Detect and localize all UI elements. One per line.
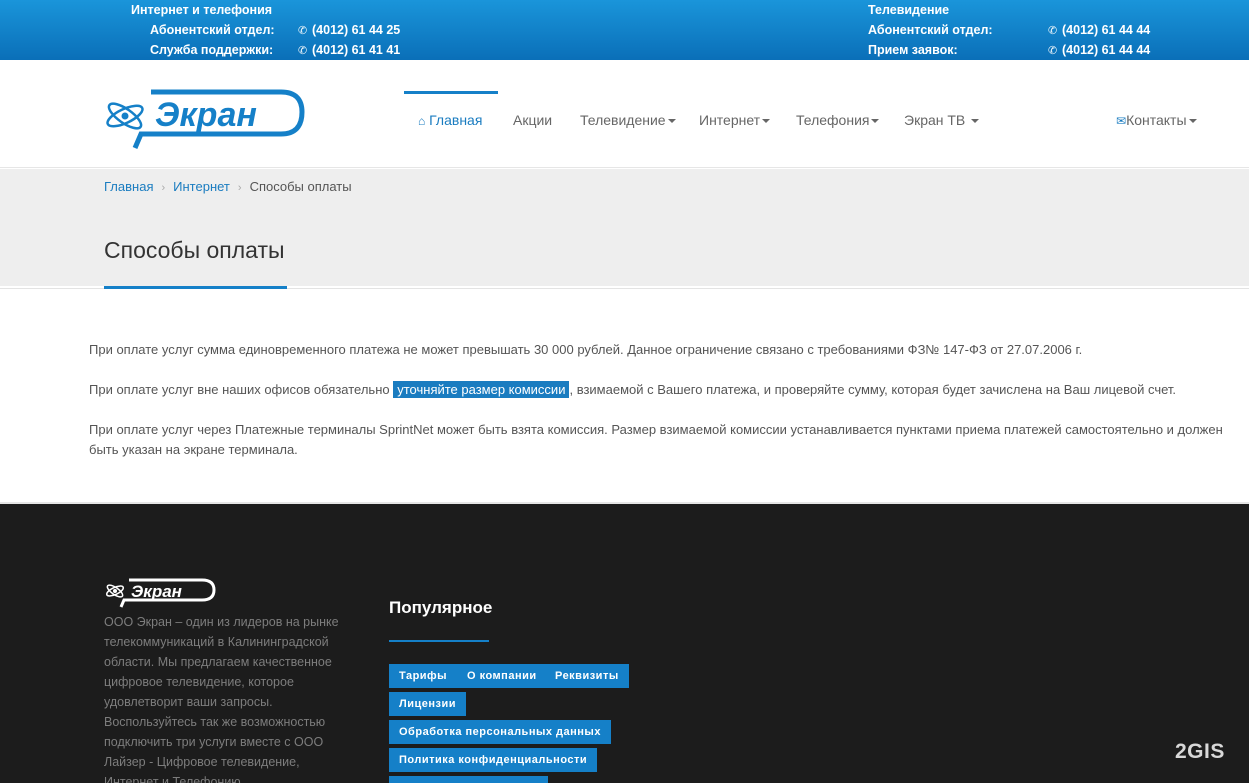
tag-personal-data[interactable]: Обработка персональных данных: [389, 720, 611, 744]
ekran-logo-icon: Экран: [105, 578, 216, 608]
svg-text:Экран: Экран: [131, 582, 182, 601]
page-title: Способы оплаты: [104, 237, 285, 263]
nav-active-indicator: [404, 91, 498, 94]
caret-down-icon: [1188, 119, 1197, 124]
title-underline: [104, 286, 287, 289]
chevron-right-icon: ›: [161, 182, 166, 194]
ekran-logo-icon: Экран: [106, 89, 305, 149]
home-icon: ⌂: [418, 114, 426, 128]
tag-more[interactable]: [389, 776, 548, 783]
tag-licenses[interactable]: Лицензии: [389, 692, 466, 716]
phone-icon: ✆: [298, 45, 308, 57]
ekran-logo[interactable]: Экран: [103, 88, 305, 157]
phone-icon: ✆: [1048, 45, 1058, 57]
paragraph-limit: При оплате услуг сумма единовременного п…: [89, 342, 1083, 357]
tag-privacy[interactable]: Политика конфиденциальности: [389, 748, 598, 772]
svg-text:Экран: Экран: [155, 96, 257, 134]
caret-down-icon: [971, 119, 980, 124]
tv-subscriber-phone[interactable]: ✆ (4012) 61 44 44: [1048, 23, 1150, 37]
support-phone[interactable]: ✆ (4012) 61 41 41: [298, 43, 400, 57]
nav-home[interactable]: ⌂ Главная: [418, 112, 482, 128]
breadcrumb: Главная › Интернет › Способы оплаты: [104, 179, 352, 194]
highlighted-text: уточняйте размер комиссии: [393, 381, 570, 398]
popular-heading: Популярное: [389, 598, 493, 617]
internet-telephony-title: Интернет и телефония: [131, 3, 273, 17]
paragraph-commission: При оплате услуг вне наших офисов обязат…: [89, 381, 1177, 398]
envelope-icon: ✉: [1116, 114, 1127, 128]
tv-orders-label: Прием заявок:: [868, 43, 958, 57]
breadcrumb-home[interactable]: Главная: [104, 179, 153, 194]
page-title-band: Главная › Интернет › Способы оплаты Способы …: [0, 169, 1249, 286]
breadcrumb-current: Способы оплаты: [249, 179, 352, 194]
tv-subscriber-label: Абонентский отдел:: [868, 23, 993, 37]
phone-icon: ✆: [298, 25, 308, 37]
nav-promos[interactable]: Акции: [513, 112, 552, 128]
nav-ekran-tv[interactable]: Экран ТВ: [904, 112, 980, 128]
paragraph-terminals: При оплате услуг через Платежные термина…: [89, 422, 1223, 457]
subscriber-label: Абонентский отдел:: [150, 23, 275, 37]
subscriber-phone[interactable]: ✆ (4012) 61 44 25: [298, 23, 400, 37]
chevron-right-icon: ›: [237, 182, 242, 194]
nav-contacts[interactable]: ✉Контакты: [1116, 112, 1197, 128]
heading-underline: [389, 640, 489, 642]
tag-requisites[interactable]: Реквизиты: [545, 664, 629, 688]
caret-down-icon: [667, 119, 676, 124]
support-label: Служба поддержки:: [150, 43, 274, 57]
site-header: Экран ⌂ Главная Акции Телевидение Интерн…: [0, 60, 1249, 168]
breadcrumb-internet[interactable]: Интернет: [173, 179, 230, 194]
tag-tariffs[interactable]: Тарифы: [389, 664, 458, 688]
footer-logo[interactable]: Экран: [104, 578, 216, 613]
nav-telephony[interactable]: Телефония: [796, 112, 880, 128]
footer-about-text: ООО Экран – один из лидеров на рынке тел…: [104, 615, 339, 783]
watermark: 2GIS: [1175, 740, 1225, 763]
tag-about[interactable]: О компании: [457, 664, 547, 688]
top-contact-bar: Интернет и телефония Абонентский отдел: …: [0, 0, 1249, 60]
nav-tv[interactable]: Телевидение: [580, 112, 676, 128]
phone-icon: ✆: [1048, 25, 1058, 37]
caret-down-icon: [762, 119, 771, 124]
site-footer: Экран ООО Экран – один из лидеров на рын…: [0, 502, 1249, 783]
tv-orders-phone[interactable]: ✆ (4012) 61 44 44: [1048, 43, 1150, 57]
caret-down-icon: [871, 119, 880, 124]
nav-internet[interactable]: Интернет: [699, 112, 771, 128]
tv-title: Телевидение: [868, 3, 950, 17]
